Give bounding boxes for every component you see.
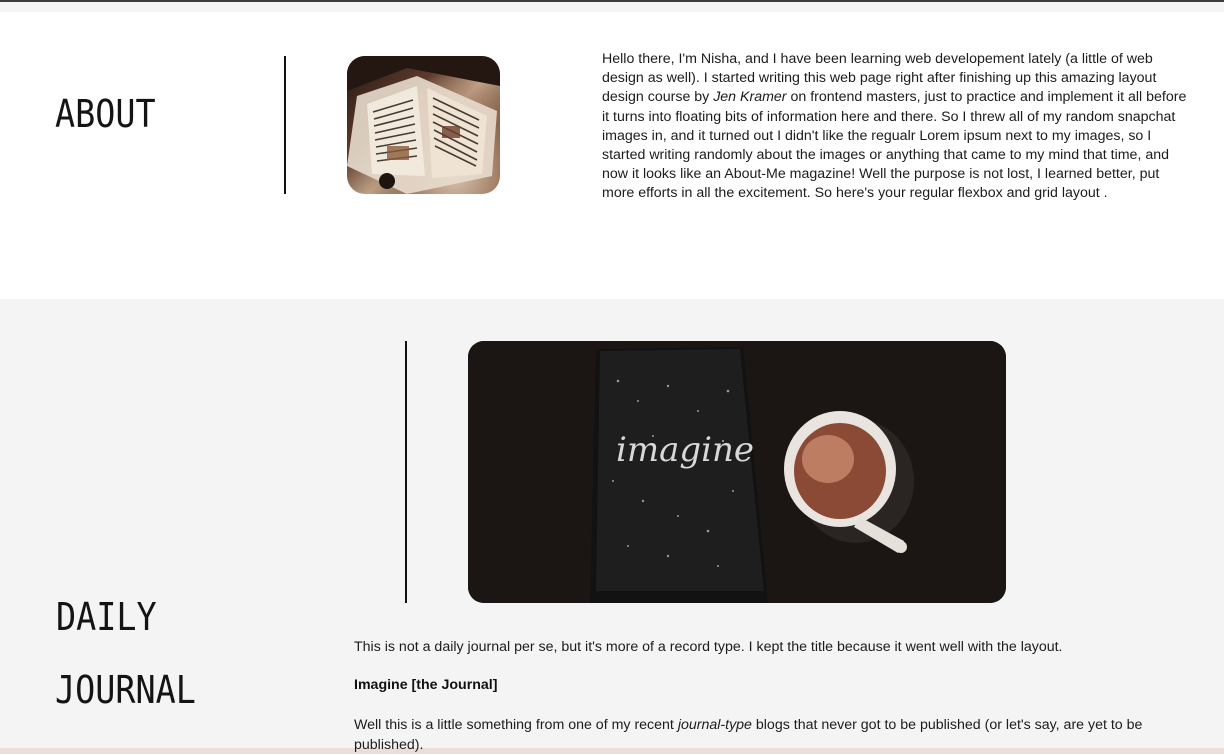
open-book-image <box>347 56 500 194</box>
about-paragraph: Hello there, I'm Nisha, and I have been … <box>602 50 1194 204</box>
top-strip <box>0 0 1224 12</box>
journal-and-coffee-image: imagine <box>468 341 1006 603</box>
daily-title: DAILY <box>56 595 157 639</box>
journal-intro: This is not a daily journal per se, but … <box>354 639 1063 655</box>
journal-blog-text: Well this is a little something from one… <box>354 715 1174 755</box>
journal-subheading: Imagine [the Journal] <box>354 677 498 693</box>
book-photo <box>347 56 500 194</box>
imagine-photo: imagine <box>468 341 1006 603</box>
journal-title: JOURNAL <box>55 668 196 712</box>
author-name: Jen Kramer <box>713 89 787 106</box>
about-text-part2: on frontend masters, just to practice an… <box>602 89 1187 202</box>
blog-text-part1: Well this is a little something from one… <box>354 717 678 733</box>
about-divider <box>284 56 286 194</box>
about-title: ABOUT <box>55 92 156 136</box>
blog-emphasis: journal-type <box>677 717 752 733</box>
journal-divider <box>405 341 407 603</box>
imagine-text: imagine <box>616 430 754 470</box>
